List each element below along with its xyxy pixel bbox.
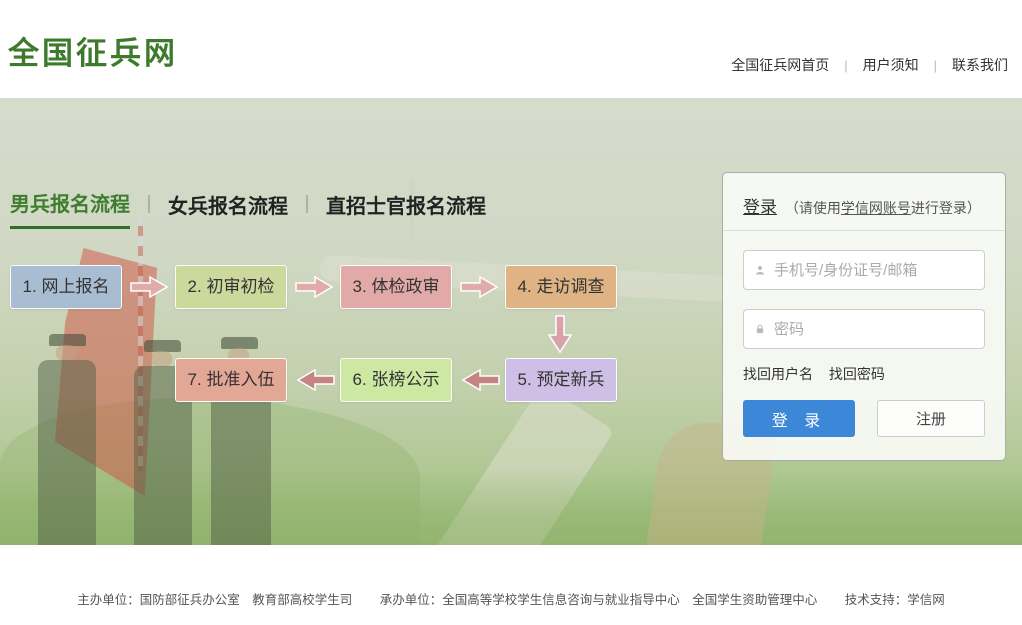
- user-icon: [755, 262, 765, 278]
- arrow-left-icon: [296, 367, 336, 393]
- register-button[interactable]: 注册: [877, 400, 985, 437]
- flow-step-5: 5. 预定新兵: [505, 358, 617, 402]
- recover-links: 找回用户名 找回密码: [743, 364, 985, 384]
- site-footer: 主办单位：国防部征兵办公室 教育部高校学生司 承办单位：全国高等学校学生信息咨询…: [0, 545, 1022, 625]
- password-field[interactable]: [743, 309, 985, 349]
- arrow-left-icon: [461, 367, 501, 393]
- arrow-down-icon: [546, 314, 574, 354]
- login-subtitle-prefix: （请使用: [785, 200, 841, 216]
- arrow-right-icon: [294, 274, 334, 300]
- login-buttons: 登 录 注册: [743, 400, 985, 437]
- site-header: 全国征兵网 全国征兵网首页 | 用户须知 | 联系我们: [0, 0, 1022, 98]
- login-title[interactable]: 登录: [743, 198, 777, 217]
- nav-home-link[interactable]: 全国征兵网首页: [731, 55, 829, 75]
- recover-username-link[interactable]: 找回用户名: [743, 366, 813, 382]
- login-header: 登录 （请使用学信网账号进行登录）: [723, 173, 1005, 231]
- chsi-account-link[interactable]: 学信网账号: [841, 200, 911, 216]
- login-subtitle-suffix: 进行登录）: [911, 200, 981, 216]
- flow-step-7: 7. 批准入伍: [175, 358, 287, 402]
- tab-female-enlist[interactable]: 女兵报名流程: [168, 190, 288, 228]
- nav-contact-link[interactable]: 联系我们: [952, 55, 1008, 75]
- arrow-right-icon: [129, 274, 169, 300]
- username-field[interactable]: [743, 250, 985, 290]
- tab-separator: [148, 195, 150, 213]
- flow-step-3: 3. 体检政审: [340, 265, 452, 309]
- footer-support: 技术支持：学信网: [845, 593, 945, 607]
- flow-step-4: 4. 走访调查: [505, 265, 617, 309]
- tab-male-enlist[interactable]: 男兵报名流程: [10, 188, 130, 229]
- flow-step-2: 2. 初审初检: [175, 265, 287, 309]
- footer-host: 主办单位：国防部征兵办公室 教育部高校学生司: [77, 593, 352, 607]
- lock-icon: [755, 321, 765, 337]
- process-tabs: 男兵报名流程 女兵报名流程 直招士官报名流程: [10, 188, 486, 229]
- password-input[interactable]: [774, 321, 973, 338]
- nav-user-notice-link[interactable]: 用户须知: [863, 55, 919, 75]
- flow-step-6: 6. 张榜公示: [340, 358, 452, 402]
- flow-step-1: 1. 网上报名: [10, 265, 122, 309]
- tab-direct-nco[interactable]: 直招士官报名流程: [326, 190, 486, 228]
- tab-separator: [306, 195, 308, 213]
- banner: 男兵报名流程 女兵报名流程 直招士官报名流程 1. 网上报名 2. 初审初检 3…: [0, 98, 1022, 545]
- page: 全国征兵网 全国征兵网首页 | 用户须知 | 联系我们: [0, 0, 1022, 625]
- username-input[interactable]: [774, 262, 973, 279]
- top-nav: 全国征兵网首页 | 用户须知 | 联系我们: [731, 55, 1008, 75]
- site-logo[interactable]: 全国征兵网: [8, 28, 178, 73]
- nav-separator: |: [844, 58, 847, 73]
- footer-organizer: 承办单位：全国高等学校学生信息咨询与就业指导中心 全国学生资助管理中心: [380, 593, 818, 607]
- arrow-right-icon: [459, 274, 499, 300]
- nav-separator: |: [934, 58, 937, 73]
- login-panel: 登录 （请使用学信网账号进行登录） 找回用户名 找回密码: [722, 172, 1006, 461]
- login-button[interactable]: 登 录: [743, 400, 855, 437]
- recover-password-link[interactable]: 找回密码: [829, 366, 885, 382]
